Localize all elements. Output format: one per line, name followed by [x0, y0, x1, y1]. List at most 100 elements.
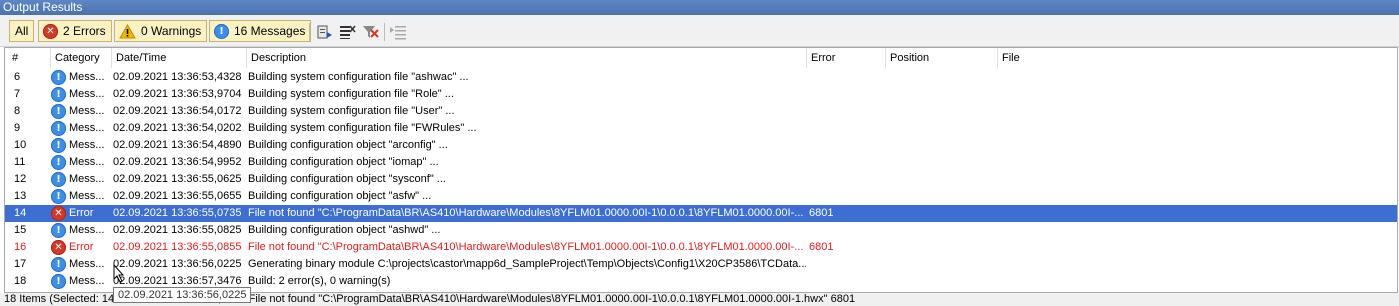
- table-row[interactable]: ! 8 Mess... 02.09.2021 13:36:54,0172 Buildin…: [5, 103, 1397, 120]
- cell-error: [809, 103, 885, 120]
- toolbar-separator: [384, 23, 385, 41]
- jump-to-error-icon[interactable]: [315, 23, 333, 41]
- cell-number: 9: [14, 122, 21, 134]
- table-row[interactable]: ! 15 Mess... 02.09.2021 13:36:55,0825 Buildi…: [5, 222, 1397, 239]
- cell-description: Generating binary module C:\projects\cas…: [248, 258, 806, 270]
- window-title: Output Results: [0, 0, 1399, 15]
- table-row[interactable]: ! 12 Mess... 02.09.2021 13:36:55,0625 Buildi…: [5, 171, 1397, 188]
- info-icon: !: [214, 23, 229, 39]
- cell-number: 18: [14, 275, 27, 287]
- cell-number: 17: [14, 258, 27, 270]
- cell-category: Mess...: [69, 139, 105, 151]
- output-results-grid: # Category Date/Time Description Error P…: [4, 47, 1398, 293]
- filter-toolbar: All ✕ 2 Errors 0 Warnings ! 16 Messages: [0, 15, 1399, 47]
- cell-category: Mess...: [69, 156, 105, 168]
- cell-datetime: 02.09.2021 13:36:54,0172: [113, 105, 242, 117]
- table-row[interactable]: ✕ 14 Error 02.09.2021 13:36:55,0735 File not…: [5, 205, 1397, 222]
- cell-description: Building configuration object "asfw" ...: [248, 190, 432, 202]
- column-header-file[interactable]: File: [998, 48, 1397, 68]
- cell-number: 15: [14, 224, 27, 236]
- grid-header: # Category Date/Time Description Error P…: [5, 48, 1397, 68]
- cell-datetime: 02.09.2021 13:36:55,0855: [113, 241, 242, 253]
- cell-category: Mess...: [69, 190, 105, 202]
- cell-description: Building system configuration file "Role…: [248, 88, 454, 100]
- clear-list-icon[interactable]: [338, 23, 356, 41]
- cell-category: Mess...: [69, 224, 105, 236]
- cell-category: Mess...: [69, 275, 105, 287]
- datetime-tooltip: 02.09.2021 13:36:56,0225: [113, 287, 252, 303]
- cell-description: Building configuration object "arconfig"…: [248, 139, 448, 151]
- cell-datetime: 02.09.2021 13:36:56,0225: [113, 258, 242, 270]
- cell-category: Mess...: [69, 105, 105, 117]
- cell-error: [809, 273, 885, 290]
- remove-filter-icon[interactable]: [361, 23, 379, 41]
- info-icon: !: [51, 87, 66, 102]
- cell-error: 6801: [809, 207, 834, 219]
- cell-datetime: 02.09.2021 13:36:54,9952: [113, 156, 242, 168]
- cell-error: [809, 222, 885, 239]
- filter-warnings-label: 0 Warnings: [141, 24, 202, 38]
- column-header-datetime[interactable]: Date/Time: [112, 48, 247, 68]
- column-header-error[interactable]: Error: [807, 48, 886, 68]
- cell-number: 10: [14, 139, 27, 151]
- column-header-category[interactable]: Category: [51, 48, 112, 68]
- cell-number: 16: [14, 241, 27, 253]
- cell-category: Mess...: [69, 88, 105, 100]
- wrap-lines-icon[interactable]: [389, 23, 407, 41]
- cell-number: 13: [14, 190, 27, 202]
- cell-error: [809, 120, 885, 137]
- table-row[interactable]: ! 13 Mess... 02.09.2021 13:36:55,0655 Buildi…: [5, 188, 1397, 205]
- table-row[interactable]: ! 11 Mess... 02.09.2021 13:36:54,9952 Buildi…: [5, 154, 1397, 171]
- cell-description: Building configuration object "ashwd" ..…: [248, 224, 441, 236]
- cell-error: [809, 86, 885, 103]
- cell-category: Error: [69, 241, 94, 253]
- filter-errors-label: 2 Errors: [63, 24, 106, 38]
- toolbar-separator: [309, 23, 310, 41]
- cell-category: Error: [69, 207, 94, 219]
- cell-error: [809, 188, 885, 205]
- info-icon: !: [51, 104, 66, 119]
- cell-description: Building system configuration file "FWRu…: [248, 122, 477, 134]
- cell-category: Mess...: [69, 258, 105, 270]
- cell-error: [809, 154, 885, 171]
- cell-datetime: 02.09.2021 13:36:55,0625: [113, 173, 242, 185]
- info-icon: !: [51, 138, 66, 153]
- cell-error: [809, 69, 885, 86]
- warning-icon: [119, 23, 136, 39]
- cell-number: 7: [14, 88, 21, 100]
- cell-category: Mess...: [69, 173, 105, 185]
- filter-warnings-button[interactable]: 0 Warnings: [114, 20, 208, 42]
- table-row[interactable]: ! 9 Mess... 02.09.2021 13:36:54,0202 Buildin…: [5, 120, 1397, 137]
- cell-description: Build: 2 error(s), 0 warning(s): [248, 275, 391, 287]
- cell-error: [809, 171, 885, 188]
- filter-messages-button[interactable]: ! 16 Messages: [209, 20, 312, 42]
- filter-errors-button[interactable]: ✕ 2 Errors: [38, 20, 112, 42]
- table-row[interactable]: ! 6 Mess... 02.09.2021 13:36:53,4328 Buildin…: [5, 69, 1397, 86]
- table-row[interactable]: ✕ 16 Error 02.09.2021 13:36:55,0855 File not…: [5, 239, 1397, 256]
- info-icon: !: [51, 172, 66, 187]
- table-row[interactable]: ! 10 Mess... 02.09.2021 13:36:54,4890 Buildi…: [5, 137, 1397, 154]
- column-header-number[interactable]: #: [5, 48, 51, 68]
- info-icon: !: [51, 223, 66, 238]
- error-icon: ✕: [51, 206, 66, 221]
- cell-number: 6: [14, 71, 21, 83]
- column-header-position[interactable]: Position: [886, 48, 998, 68]
- filter-messages-label: 16 Messages: [234, 24, 306, 38]
- info-icon: !: [51, 70, 66, 85]
- info-icon: !: [51, 274, 66, 289]
- table-row[interactable]: ! 17 Mess... 02.09.2021 13:36:56,0225 Genera…: [5, 256, 1397, 273]
- cell-datetime: 02.09.2021 13:36:55,0825: [113, 224, 242, 236]
- cell-error: 6801: [809, 241, 834, 253]
- info-icon: !: [51, 189, 66, 204]
- table-row[interactable]: ! 7 Mess... 02.09.2021 13:36:53,9704 Buildin…: [5, 86, 1397, 103]
- cell-datetime: 02.09.2021 13:36:53,9704: [113, 88, 242, 100]
- info-icon: !: [51, 257, 66, 272]
- cell-description: Building configuration object "iomap" ..…: [248, 156, 439, 168]
- info-icon: !: [51, 121, 66, 136]
- cell-error: [809, 256, 885, 273]
- cell-description: Building configuration object "sysconf" …: [248, 173, 446, 185]
- cell-description: Building system configuration file "ashw…: [248, 71, 469, 83]
- column-header-description[interactable]: Description: [247, 48, 807, 68]
- cell-number: 11: [14, 156, 26, 168]
- filter-all-button[interactable]: All: [9, 20, 35, 42]
